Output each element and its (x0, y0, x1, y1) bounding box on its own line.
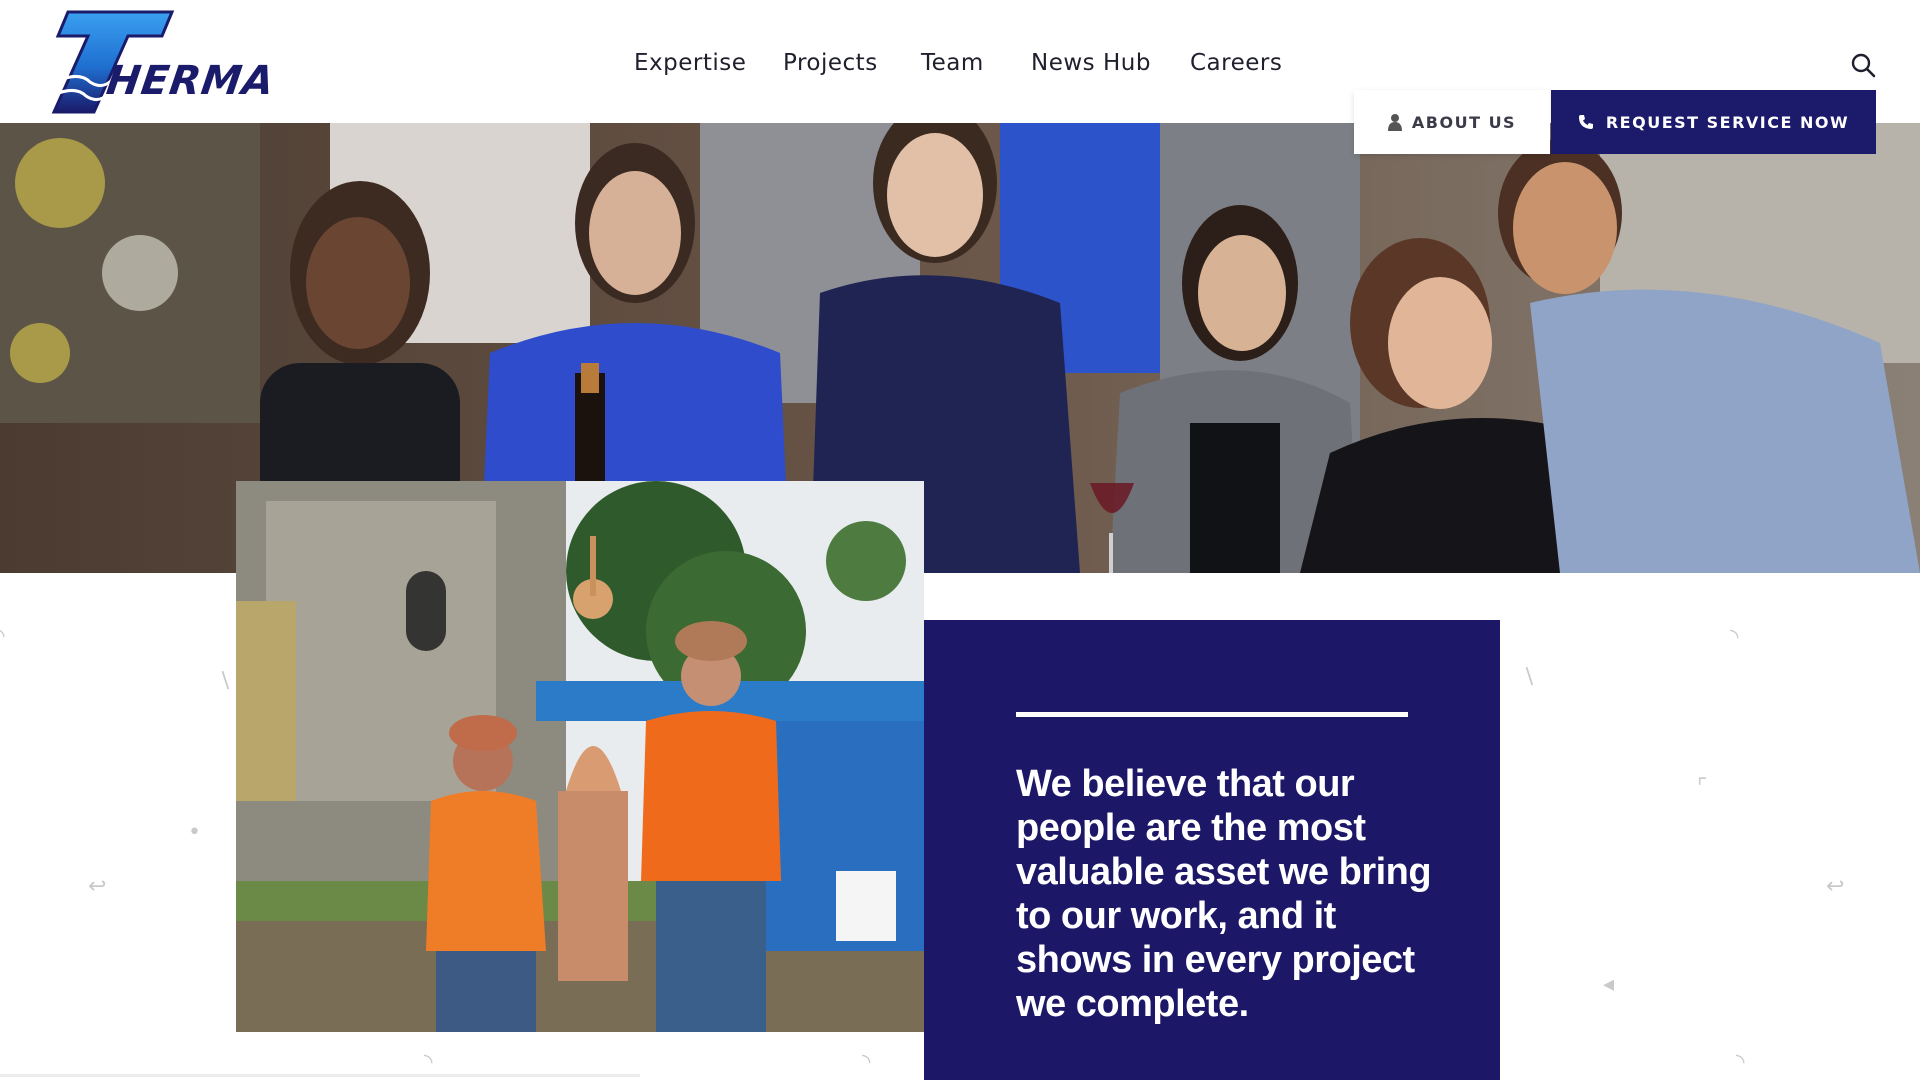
phone-icon (1578, 115, 1593, 129)
search-icon (1851, 53, 1876, 78)
about-us-label: ABOUT US (1411, 112, 1517, 132)
confetti-dash: / (215, 668, 236, 693)
confetti-squiggle: ◝ (424, 1050, 433, 1075)
user-icon (1387, 114, 1402, 131)
confetti-dot: • (188, 820, 201, 845)
nav-item-projects[interactable]: Projects (783, 50, 878, 76)
nav-item-expertise[interactable]: Expertise (634, 50, 746, 76)
nav-item-news-hub[interactable]: News Hub (1031, 50, 1151, 76)
confetti-squiggle: ◝ (0, 624, 5, 649)
search-button[interactable] (1850, 52, 1876, 78)
confetti-squiggle: ◝ (1736, 1050, 1745, 1075)
confetti-squiggle: ↩ (88, 874, 107, 899)
values-quote: We believe that our people are the most … (1016, 763, 1432, 1025)
about-us-button[interactable]: ABOUT US (1354, 90, 1550, 154)
bottom-divider (0, 1074, 640, 1077)
confetti-squiggle: ◝ (862, 1050, 871, 1075)
confetti-squiggle: ↩ (1826, 874, 1845, 899)
confetti-squiggle: ◝ (1730, 625, 1739, 650)
values-quote-panel: We believe that our people are the most … (924, 620, 1500, 1080)
nav-item-team[interactable]: Team (921, 50, 984, 76)
confetti-dash: / (1519, 664, 1540, 689)
quote-divider (1016, 712, 1408, 717)
confetti-corner: ⌜ (1697, 775, 1708, 800)
main-nav: Expertise Projects Team News Hub Careers (0, 50, 1920, 80)
request-service-button[interactable]: REQUEST SERVICE NOW (1551, 90, 1876, 154)
crew-photo (236, 481, 924, 1032)
request-service-label: REQUEST SERVICE NOW (1605, 112, 1850, 132)
confetti-tick: ◂ (1603, 972, 1615, 997)
nav-item-careers[interactable]: Careers (1190, 50, 1282, 76)
